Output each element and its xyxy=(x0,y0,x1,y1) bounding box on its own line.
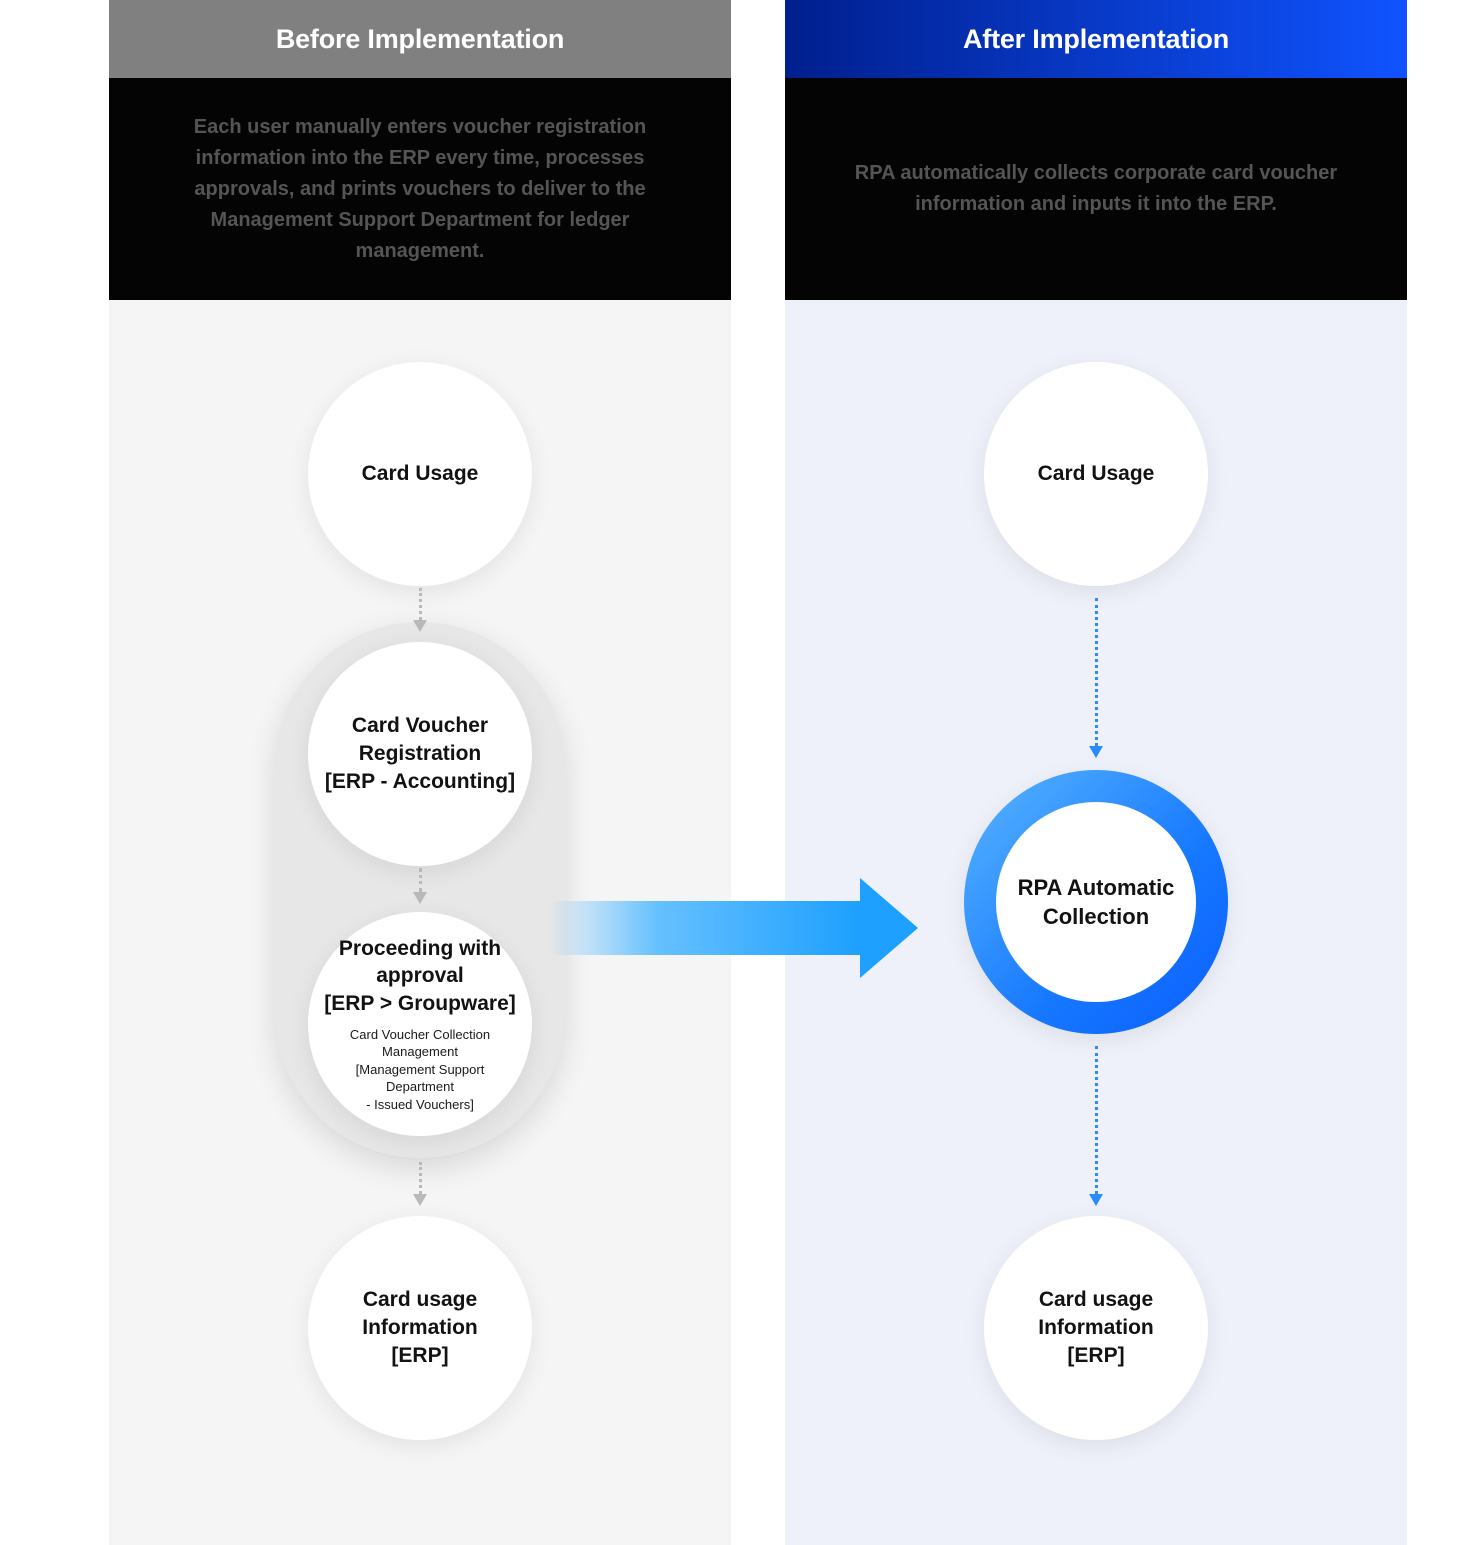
node-label: Card Usage xyxy=(1038,460,1155,488)
node-sublabel: Card Voucher Collection Management[Manag… xyxy=(324,1026,516,1114)
arrow-down-icon xyxy=(413,588,427,632)
node-voucher-registration: Card Voucher Registration[ERP - Accounti… xyxy=(308,642,532,866)
node-rpa: RPA Automatic Collection xyxy=(964,770,1228,1034)
node-usage-info: Card usage Information[ERP] xyxy=(308,1216,532,1440)
transition-arrow-icon xyxy=(548,878,918,978)
node-label: Card usage Information[ERP] xyxy=(324,1286,516,1369)
arrow-down-icon xyxy=(1089,1046,1103,1206)
node-label: Proceeding with approval[ERP > Groupware… xyxy=(324,935,516,1018)
node-label: Card usage Information[ERP] xyxy=(1000,1286,1192,1369)
diagram-stage: Before Implementation Each user manually… xyxy=(0,0,1480,1545)
arrow-down-icon xyxy=(413,1162,427,1206)
node-label: Card Voucher Registration[ERP - Accounti… xyxy=(324,712,516,795)
node-approval: Proceeding with approval[ERP > Groupware… xyxy=(308,912,532,1136)
node-usage-info: Card usage Information[ERP] xyxy=(984,1216,1208,1440)
before-column: Before Implementation Each user manually… xyxy=(109,0,731,1545)
before-description: Each user manually enters voucher regist… xyxy=(109,78,731,300)
before-title: Before Implementation xyxy=(109,0,731,78)
after-column: After Implementation RPA automatically c… xyxy=(785,0,1407,1545)
node-label: Card Usage xyxy=(362,460,479,488)
node-card-usage: Card Usage xyxy=(308,362,532,586)
arrow-down-icon xyxy=(1089,598,1103,758)
after-title: After Implementation xyxy=(785,0,1407,78)
after-description: RPA automatically collects corporate car… xyxy=(785,78,1407,300)
arrow-down-icon xyxy=(413,868,427,904)
node-card-usage: Card Usage xyxy=(984,362,1208,586)
node-label: RPA Automatic Collection xyxy=(1008,873,1184,931)
